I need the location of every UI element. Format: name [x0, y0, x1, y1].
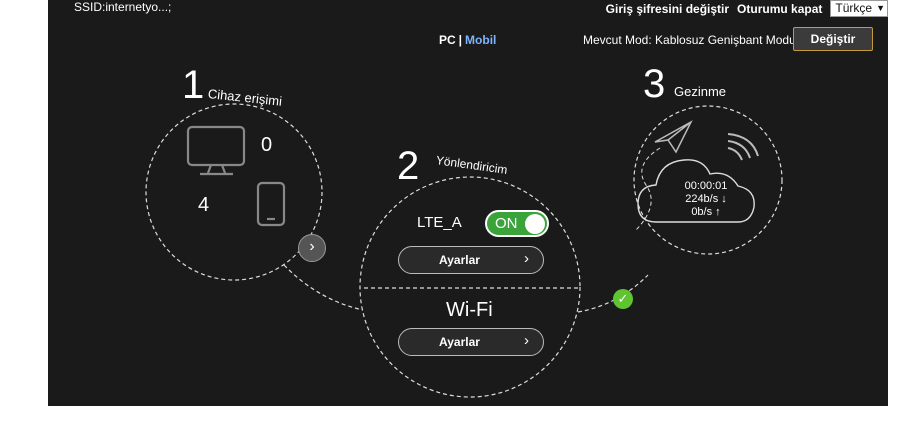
paper-plane-icon	[654, 120, 693, 154]
monitor-icon	[186, 125, 246, 176]
toggle-state-label: ON	[495, 215, 518, 232]
wifi-settings-label: Ayarlar	[439, 335, 480, 349]
chevron-right-icon: ›	[524, 250, 529, 267]
connector-right	[577, 274, 649, 313]
check-icon: ✓	[613, 289, 633, 309]
step-number-2: 2	[397, 144, 420, 188]
phone-icon	[256, 181, 286, 227]
upload-rate: 0b/s ↑	[691, 206, 721, 218]
toggle-knob	[525, 214, 545, 234]
lte-label: LTE_A	[417, 214, 462, 231]
chevron-right-icon: ›	[309, 238, 315, 255]
chevron-right-icon: ›	[524, 332, 529, 349]
connection-duration: 00:00:01	[684, 180, 728, 192]
device-circle	[145, 103, 323, 281]
mobile-device-count: 4	[198, 194, 210, 216]
wifi-settings-button[interactable]: Ayarlar ›	[398, 328, 544, 356]
signal-waves-icon	[727, 133, 759, 161]
dashboard-panel: SSID:internetyo...; Giriş şifresini deği…	[48, 0, 888, 406]
download-rate: 224b/s ↓	[685, 193, 727, 205]
browsing-title: Gezinme	[674, 84, 727, 99]
lte-settings-button[interactable]: Ayarlar ›	[398, 246, 544, 274]
pc-device-count: 0	[261, 134, 273, 156]
device-details-button[interactable]: ›	[298, 234, 326, 262]
lte-settings-label: Ayarlar	[439, 253, 480, 267]
wifi-label: Wi-Fi	[446, 299, 493, 321]
traffic-stats: 00:00:01 224b/s ↓ 0b/s ↑	[656, 180, 756, 219]
step-number-3: 3	[643, 62, 666, 106]
step-number-1: 1	[182, 63, 205, 107]
lte-toggle[interactable]: ON	[485, 210, 549, 237]
connector-left	[283, 264, 364, 311]
router-circle	[359, 176, 581, 398]
